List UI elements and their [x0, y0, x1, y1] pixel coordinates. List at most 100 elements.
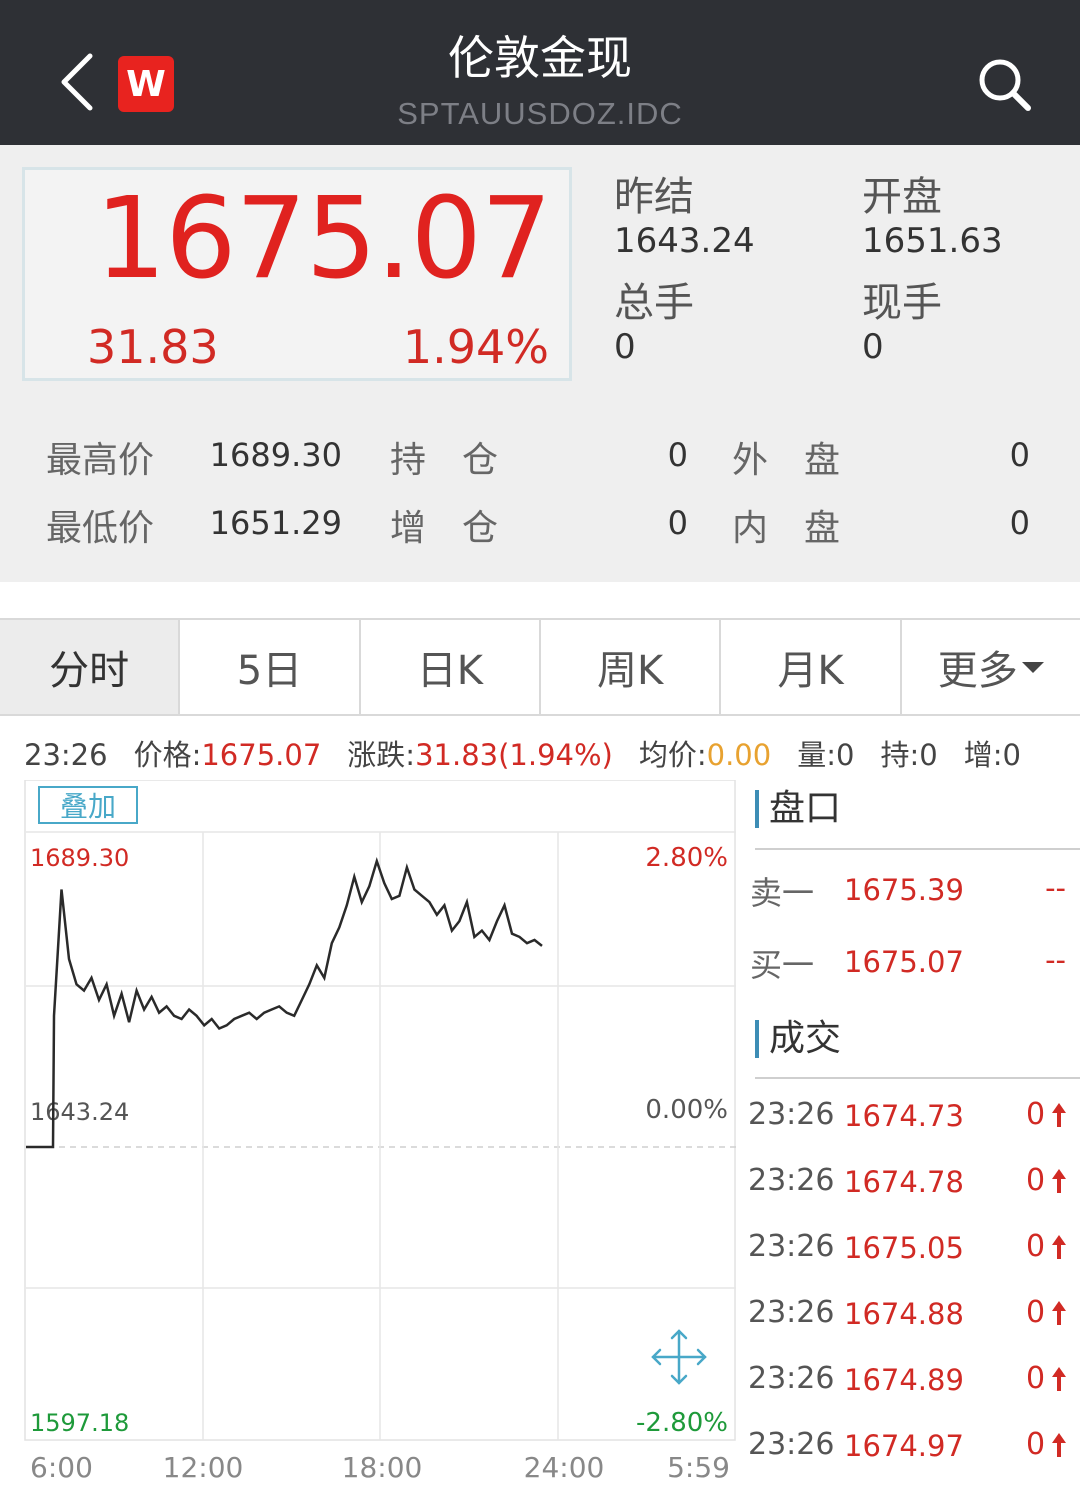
quote-panel: 1675.07 31.83 1.94% 昨结 1643.24 开盘 1651.6…: [0, 145, 1080, 582]
search-icon[interactable]: [974, 54, 1034, 114]
info-time: 23:26: [24, 738, 108, 772]
page-title: 伦敦金现: [448, 31, 632, 85]
chart-grid: [24, 779, 736, 1441]
up-arrow-icon: [1052, 1367, 1066, 1391]
up-arrow-icon: [1052, 1103, 1066, 1127]
trade-price: 1674.73: [844, 1099, 964, 1133]
tab-label: 日K: [416, 648, 483, 694]
trades-title: 成交: [755, 1020, 841, 1058]
trade-time: 23:26: [748, 1427, 835, 1462]
up-arrow-icon: [1052, 1433, 1066, 1457]
overlay-button[interactable]: 叠加: [38, 786, 138, 824]
current-volume-label: 现手: [862, 280, 942, 326]
symbol-code: SPTAUUSDOZ.IDC: [397, 96, 683, 131]
total-volume-label: 总手: [614, 280, 694, 326]
crosshair-info: 23:26 价格:1675.07 涨跌:31.83(1.94%) 均价:0.00 量:0…: [24, 732, 1047, 774]
open-label: 开盘: [862, 174, 942, 220]
x-axis-label: 6:00: [30, 1451, 93, 1484]
ask-volume: --: [1045, 871, 1066, 905]
y-axis-base-label: 1643.24: [30, 1098, 129, 1126]
tab-label: 周K: [597, 648, 664, 694]
tab-label: 分时: [49, 648, 130, 694]
trade-volume: 0: [1026, 1163, 1046, 1198]
trade-volume: 0: [1026, 1427, 1046, 1462]
trade-price: 1674.89: [844, 1363, 964, 1397]
price-box: 1675.07 31.83 1.94%: [22, 167, 572, 381]
trade-price: 1674.88: [844, 1297, 964, 1331]
ask-price: 1675.39: [844, 873, 964, 907]
y-axis-min-label: 1597.18: [30, 1409, 129, 1437]
price-change: 31.83: [87, 320, 219, 374]
pct-zero-label: 0.00%: [645, 1095, 728, 1125]
info-price-label: 价格:: [133, 738, 202, 772]
period-tabs: 分时 5日 日K 周K 月K 更多: [0, 618, 1080, 716]
trade-time: 23:26: [748, 1361, 835, 1396]
info-hold: 持:0: [880, 738, 938, 772]
x-axis-label: 5:59: [667, 1451, 730, 1484]
current-volume-stat: 现手 0: [862, 279, 942, 367]
x-axis-label: 12:00: [163, 1451, 244, 1484]
trade-price: 1674.97: [844, 1429, 964, 1463]
open-interest-value: 0: [667, 436, 688, 474]
inner-volume-value: 0: [1009, 504, 1030, 542]
trade-volume: 0: [1026, 1295, 1046, 1330]
top-bar: W 伦敦金现 SPTAUUSDOZ.IDC: [0, 0, 1080, 145]
caret-down-icon: [1021, 661, 1044, 673]
bid-volume: --: [1045, 943, 1066, 977]
tab-more[interactable]: 更多: [902, 620, 1080, 714]
trade-price: 1674.78: [844, 1165, 964, 1199]
trade-time: 23:26: [748, 1097, 835, 1132]
bid-label: 买一: [750, 946, 815, 984]
info-avg: 0.00: [706, 738, 772, 772]
current-volume-value: 0: [862, 327, 884, 367]
tab-monthly-k[interactable]: 月K: [721, 620, 902, 714]
tab-label: 月K: [777, 648, 844, 694]
bid-price: 1675.07: [844, 945, 964, 979]
prev-settle-label: 昨结: [614, 174, 694, 220]
intraday-chart-svg: 1689.30 1643.24 1597.18 2.80% 0.00% -2.80% 6:0…: [24, 779, 736, 1484]
trade-time: 23:26: [748, 1229, 835, 1264]
pct-max-label: 2.80%: [645, 843, 728, 873]
trade-time: 23:26: [748, 1163, 835, 1198]
last-price: 1675.07: [95, 174, 552, 304]
open-interest-change-label: 增 仓: [390, 508, 499, 549]
trade-time: 23:26: [748, 1295, 835, 1330]
trade-volume: 0: [1026, 1229, 1046, 1264]
up-arrow-icon: [1052, 1235, 1066, 1259]
info-add: 增:0: [963, 738, 1021, 772]
ask-label: 卖一: [750, 874, 815, 912]
info-change-label: 涨跌:: [347, 738, 416, 772]
info-volume: 量:0: [797, 738, 855, 772]
divider: [755, 848, 1080, 850]
inner-volume-label: 内 盘: [732, 508, 841, 549]
orderbook-title: 盘口: [755, 790, 841, 828]
high-value: 1689.30: [209, 436, 342, 474]
x-axis-label: 18:00: [342, 1451, 423, 1484]
y-axis-max-label: 1689.30: [30, 844, 129, 872]
outer-volume-label: 外 盘: [732, 440, 841, 481]
pct-min-label: -2.80%: [636, 1408, 728, 1438]
open-stat: 开盘 1651.63: [862, 173, 1003, 261]
trade-price: 1675.05: [844, 1231, 964, 1265]
info-avg-label: 均价:: [638, 738, 707, 772]
prev-settle-value: 1643.24: [614, 221, 755, 261]
tab-label: 5日: [236, 648, 303, 694]
low-value: 1651.29: [209, 504, 342, 542]
tab-intraday[interactable]: 分时: [0, 620, 181, 714]
price-change-percent: 1.94%: [402, 320, 549, 374]
outer-volume-value: 0: [1009, 436, 1030, 474]
tab-daily-k[interactable]: 日K: [361, 620, 541, 714]
info-price: 1675.07: [201, 738, 322, 772]
tab-weekly-k[interactable]: 周K: [541, 620, 722, 714]
trade-volume: 0: [1026, 1097, 1046, 1132]
trade-volume: 0: [1026, 1361, 1046, 1396]
tab-5day[interactable]: 5日: [180, 620, 361, 714]
total-volume-value: 0: [614, 327, 636, 367]
up-arrow-icon: [1052, 1169, 1066, 1193]
open-interest-change-value: 0: [667, 504, 688, 542]
high-label: 最高价: [46, 440, 155, 481]
info-change: 31.83(1.94%): [415, 738, 613, 772]
intraday-chart[interactable]: 1689.30 1643.24 1597.18 2.80% 0.00% -2.80% 6:0…: [24, 779, 736, 1500]
up-arrow-icon: [1052, 1301, 1066, 1325]
divider: [755, 1077, 1080, 1079]
